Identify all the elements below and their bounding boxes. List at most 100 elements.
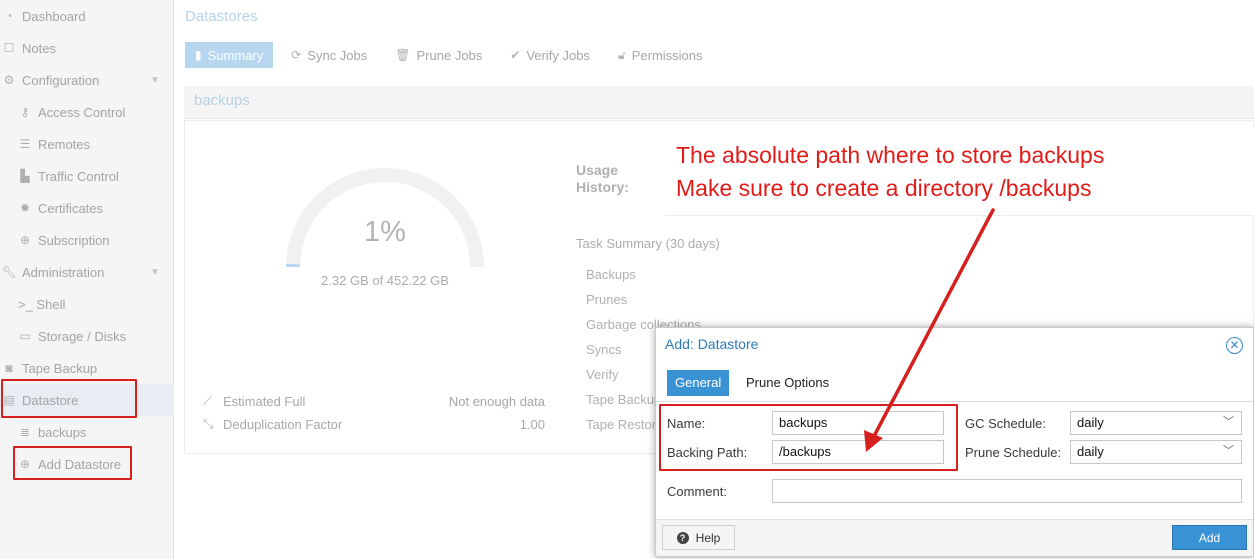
task-item: Tape Restore xyxy=(586,417,664,432)
check-circle-icon: ✔ xyxy=(510,48,521,62)
sidebar-item-label: backups xyxy=(38,424,87,440)
tab-label: Permissions xyxy=(631,47,703,63)
prune-schedule-value: daily xyxy=(1077,444,1104,459)
dashboard-icon: ◔ xyxy=(5,9,13,23)
chevron-down-icon[interactable]: ▼ xyxy=(150,267,160,278)
task-item: Verify xyxy=(586,367,619,382)
usage-history-label: Usage History: xyxy=(576,162,629,195)
unlock-icon: 🔓︎ xyxy=(617,47,626,62)
tab-sync-jobs[interactable]: ⟳ Sync Jobs xyxy=(281,42,377,68)
line-chart-icon: ⟋ xyxy=(203,393,213,408)
add-button[interactable]: Add xyxy=(1172,525,1247,550)
help-button-label: Help xyxy=(695,530,721,545)
tab-permissions[interactable]: 🔓︎ Permissions xyxy=(608,42,713,68)
dialog-footer: ? Help Add xyxy=(656,519,1253,556)
server-icon: ☰ xyxy=(19,137,31,151)
bar-chart-icon: ▙ xyxy=(20,169,30,183)
sidebar-item-label: Notes xyxy=(22,40,56,56)
tab-prune-jobs[interactable]: 🗑︎ Prune Jobs xyxy=(385,42,492,68)
gc-schedule-label: GC Schedule: xyxy=(965,416,1046,431)
add-button-label: Add xyxy=(1198,530,1221,545)
sidebar-item-label: >_ Shell xyxy=(18,296,66,312)
compress-icon: ⤡ xyxy=(203,416,214,431)
wrench-icon: 🔧︎ xyxy=(1,265,17,279)
sidebar-item-label: Storage / Disks xyxy=(38,328,127,344)
highlight-add-datastore-box xyxy=(13,446,132,480)
tab-summary[interactable]: ▮ Summary xyxy=(185,42,274,68)
sidebar-item-access-control[interactable]: ⚷ Access Control xyxy=(18,96,126,128)
sidebar-item-label: Certificates xyxy=(38,200,104,216)
chevron-down-icon[interactable]: ﹀ xyxy=(1223,444,1234,458)
database-icon: ≣ xyxy=(19,425,31,439)
book-icon: ▮ xyxy=(195,48,202,62)
gc-schedule-select[interactable]: daily ﹀ xyxy=(1070,411,1242,435)
tab-bar: ▮ Summary ⟳ Sync Jobs 🗑︎ Prune Jobs ✔ Ve… xyxy=(185,42,721,68)
highlight-name-path-box xyxy=(659,404,958,471)
task-item: Backups xyxy=(586,267,636,282)
highlight-datastore-box xyxy=(1,379,137,418)
sidebar-item-certificates[interactable]: ✹ Certificates xyxy=(18,192,103,224)
usage-detail: 2.32 GB of 452.22 GB xyxy=(321,273,449,288)
usage-percent: 1% xyxy=(364,216,406,248)
add-datastore-dialog: Add: Datastore ✕ General Prune Options N… xyxy=(655,327,1254,557)
notes-icon: ☐ xyxy=(3,41,15,55)
sidebar-item-notes[interactable]: ☐ Notes xyxy=(2,32,56,64)
stat-estimated-full: ⟋ Estimated Full Not enough data xyxy=(203,391,545,411)
sidebar-item-dashboard[interactable]: ◔ Dashboard xyxy=(2,0,85,32)
help-button[interactable]: ? Help xyxy=(662,525,735,550)
tab-label: Prune Jobs xyxy=(416,47,483,63)
tab-label: Summary xyxy=(207,47,264,63)
sidebar-item-remotes[interactable]: ☰ Remotes xyxy=(18,128,90,160)
chevron-down-icon[interactable]: ▼ xyxy=(150,75,160,86)
sidebar-item-backups[interactable]: ≣ backups xyxy=(18,416,86,448)
stat-deduplication-factor: ⤡ Deduplication Factor 1.00 xyxy=(203,414,545,434)
tab-prune-options[interactable]: Prune Options xyxy=(738,370,837,396)
refresh-icon: ⟳ xyxy=(291,48,302,62)
sidebar-item-subscription[interactable]: ⊕ Subscription xyxy=(18,224,110,256)
sidebar-item-shell[interactable]: >_ Shell xyxy=(18,288,65,320)
task-item: Prunes xyxy=(586,292,628,307)
certificate-icon: ✹ xyxy=(19,201,31,215)
task-summary-title: Task Summary (30 days) xyxy=(576,236,720,251)
sidebar-item-label: Tape Backup xyxy=(22,360,98,376)
prune-schedule-select[interactable]: daily ﹀ xyxy=(1070,440,1242,464)
panel-title: backups xyxy=(194,92,250,109)
task-item: Syncs xyxy=(586,342,622,357)
question-icon: ? xyxy=(676,531,689,544)
tape-icon: ◙ xyxy=(5,361,13,375)
dialog-tab-bar: General Prune Options xyxy=(656,370,1253,402)
sidebar-item-label: Remotes xyxy=(38,136,91,152)
annotation-line-2: Make sure to create a directory /backups xyxy=(676,175,1092,201)
task-item: Tape Backup xyxy=(586,392,662,407)
stat-label: Deduplication Factor xyxy=(223,416,343,432)
gears-icon: ⚙ xyxy=(3,73,15,87)
sidebar-item-label: Administration xyxy=(22,264,105,280)
tab-general[interactable]: General xyxy=(667,370,730,396)
stat-label: Estimated Full xyxy=(223,393,306,409)
key-icon: ⚷ xyxy=(20,105,30,119)
sidebar-item-label: Traffic Control xyxy=(38,168,119,184)
comment-label: Comment: xyxy=(667,484,727,499)
tab-label: Verify Jobs xyxy=(526,47,590,63)
panel-header: backups xyxy=(184,86,1254,119)
sidebar-item-label: Subscription xyxy=(38,232,110,248)
sidebar-item-label: Access Control xyxy=(38,104,126,120)
annotation-line-1: The absolute path where to store backups xyxy=(676,142,1105,168)
chevron-down-icon[interactable]: ﹀ xyxy=(1223,415,1234,429)
support-icon: ⊕ xyxy=(19,233,31,247)
sidebar-item-storage-disks[interactable]: ▭ Storage / Disks xyxy=(18,320,126,352)
gc-schedule-value: daily xyxy=(1077,415,1104,430)
trash-icon: 🗑︎ xyxy=(395,48,411,62)
dialog-title: Add: Datastore xyxy=(665,336,759,352)
close-icon[interactable]: ✕ xyxy=(1226,337,1243,354)
sidebar-item-label: Configuration xyxy=(22,72,100,88)
stat-value: Not enough data xyxy=(448,393,545,409)
comment-field[interactable] xyxy=(772,479,1242,503)
stat-value: 1.00 xyxy=(519,416,545,432)
tab-label: Sync Jobs xyxy=(307,47,368,63)
sidebar-item-administration[interactable]: 🔧︎ Administration ▼ xyxy=(1,256,172,288)
sidebar-item-configuration[interactable]: ⚙ Configuration ▼ xyxy=(2,64,172,96)
tab-verify-jobs[interactable]: ✔ Verify Jobs xyxy=(500,42,600,68)
sidebar-item-traffic-control[interactable]: ▙ Traffic Control xyxy=(18,160,119,192)
hdd-icon: ▭ xyxy=(19,329,31,343)
